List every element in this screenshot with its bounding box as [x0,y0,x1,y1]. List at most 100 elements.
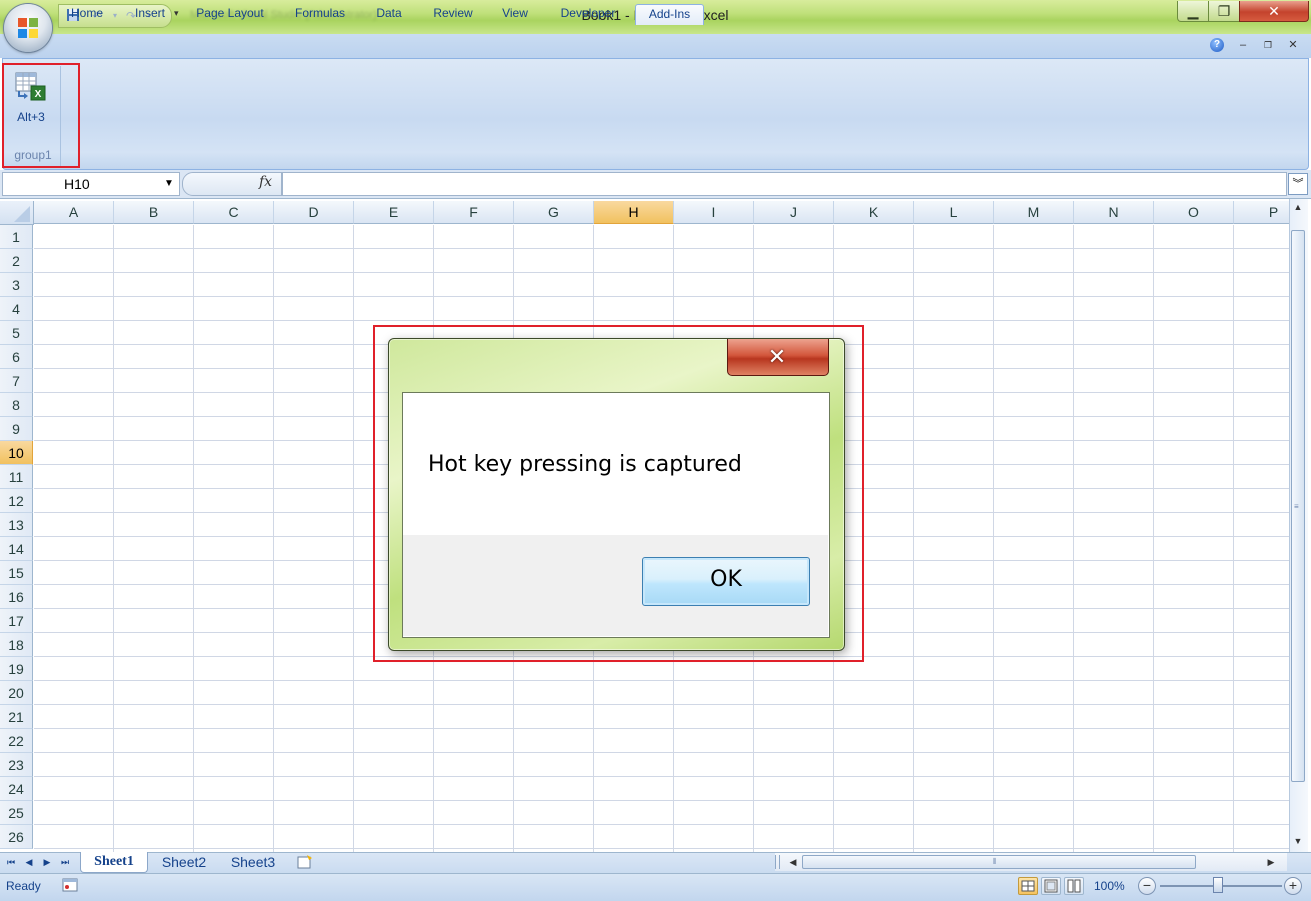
zoom-slider-thumb[interactable] [1213,877,1223,893]
tab-review[interactable]: Review [424,4,482,24]
sheet-tab-sheet1[interactable]: Sheet1 [80,852,148,873]
column-header-n[interactable]: N [1074,201,1154,224]
row-header-1[interactable]: 1 [0,225,33,249]
column-header-a[interactable]: A [34,201,114,224]
tab-formulas[interactable]: Formulas [284,4,356,24]
column-header-l[interactable]: L [914,201,994,224]
tab-page-layout[interactable]: Page Layout [188,4,272,24]
fx-text: fx [259,174,273,190]
status-text: Ready [6,879,41,893]
restore-icon: ❐ [1217,3,1231,19]
tab-data[interactable]: Data [368,4,410,24]
column-header-e[interactable]: E [354,201,434,224]
column-header-b[interactable]: B [114,201,194,224]
office-logo-icon [18,18,38,38]
row-header-8[interactable]: 8 [0,393,33,417]
row-header-18[interactable]: 18 [0,633,33,657]
row-header-12[interactable]: 12 [0,489,33,513]
minimize-button[interactable]: ▁ [1177,1,1209,22]
doc-close-icon[interactable]: ✕ [1286,38,1300,52]
select-all-corner[interactable] [0,201,34,225]
tab-view[interactable]: View [494,4,536,24]
column-header-f[interactable]: F [434,201,514,224]
hscroll-grip-icon: ⦀ [993,857,997,866]
name-box-dropdown-icon[interactable]: ▼ [164,178,174,189]
column-header-m[interactable]: M [994,201,1074,224]
normal-view-icon [1021,880,1035,892]
scroll-right-icon[interactable]: ▶ [1264,855,1278,869]
doc-restore-icon[interactable]: ❐ [1261,38,1275,52]
tab-add-ins[interactable]: Add-Ins [635,4,704,25]
close-window-button[interactable]: ✕ [1239,1,1309,22]
row-header-22[interactable]: 22 [0,729,33,753]
row-header-20[interactable]: 20 [0,681,33,705]
tab-developer[interactable]: Developer [548,4,628,24]
column-header-o[interactable]: O [1154,201,1234,224]
help-icon[interactable]: ? [1210,38,1224,52]
formula-input[interactable] [282,172,1287,196]
row-header-23[interactable]: 23 [0,753,33,777]
column-header-k[interactable]: K [834,201,914,224]
scroll-down-icon[interactable]: ▼ [1291,834,1305,848]
column-header-c[interactable]: C [194,201,274,224]
restore-button[interactable]: ❐ [1208,1,1240,22]
row-header-3[interactable]: 3 [0,273,33,297]
dialog-highlight-box [373,325,864,662]
page-layout-view-button[interactable] [1041,877,1061,895]
column-header-p[interactable]: P [1234,201,1289,224]
column-header-h[interactable]: H [594,201,674,224]
row-header-17[interactable]: 17 [0,609,33,633]
sheet-tab-sheet2[interactable]: Sheet2 [152,852,216,872]
row-header-11[interactable]: 11 [0,465,33,489]
scroll-grip-icon: ≡ [1294,502,1299,511]
row-header-7[interactable]: 7 [0,369,33,393]
tab-split-handle[interactable] [775,855,780,869]
office-button[interactable] [4,4,52,52]
select-all-triangle-icon [14,206,30,222]
zoom-out-icon[interactable]: − [1138,877,1156,895]
column-header-j[interactable]: J [754,201,834,224]
column-header-d[interactable]: D [274,201,354,224]
prev-sheet-icon[interactable]: ◀ [22,855,36,869]
page-layout-view-icon [1044,879,1058,893]
close-icon: ✕ [1268,3,1280,19]
scroll-up-icon[interactable]: ▲ [1291,200,1305,214]
first-sheet-icon[interactable]: ⏮ [4,855,18,869]
page-break-view-icon [1067,879,1081,893]
row-header-21[interactable]: 21 [0,705,33,729]
ribbon-panel [2,58,1309,170]
row-header-10[interactable]: 10 [0,441,33,465]
row-header-16[interactable]: 16 [0,585,33,609]
scroll-left-icon[interactable]: ◀ [786,855,800,869]
tab-home[interactable]: Home [60,4,114,24]
row-header-2[interactable]: 2 [0,249,33,273]
row-header-15[interactable]: 15 [0,561,33,585]
row-header-5[interactable]: 5 [0,321,33,345]
row-header-24[interactable]: 24 [0,777,33,801]
page-break-view-button[interactable] [1064,877,1084,895]
insert-function-icon[interactable]: fx [259,174,277,190]
row-header-14[interactable]: 14 [0,537,33,561]
column-header-g[interactable]: G [514,201,594,224]
row-header-4[interactable]: 4 [0,297,33,321]
row-header-13[interactable]: 13 [0,513,33,537]
doc-minimize-icon[interactable]: – [1236,38,1250,52]
row-header-25[interactable]: 25 [0,801,33,825]
row-header-9[interactable]: 9 [0,417,33,441]
next-sheet-icon[interactable]: ▶ [40,855,54,869]
row-header-26[interactable]: 26 [0,825,33,849]
expand-formula-bar-icon[interactable]: ︾ [1288,173,1308,195]
macro-record-icon[interactable] [62,878,78,892]
row-header-19[interactable]: 19 [0,657,33,681]
insert-sheet-icon[interactable] [295,854,315,870]
name-box-value: H10 [64,176,90,192]
tab-insert[interactable]: Insert [124,4,176,24]
zoom-in-icon[interactable]: + [1284,877,1302,895]
column-header-i[interactable]: I [674,201,754,224]
normal-view-button[interactable] [1018,877,1038,895]
zoom-level[interactable]: 100% [1094,879,1125,893]
last-sheet-icon[interactable]: ⏭ [58,855,72,869]
ribbon-tab-bar [0,34,1311,58]
sheet-tab-sheet3[interactable]: Sheet3 [222,852,284,872]
row-header-6[interactable]: 6 [0,345,33,369]
